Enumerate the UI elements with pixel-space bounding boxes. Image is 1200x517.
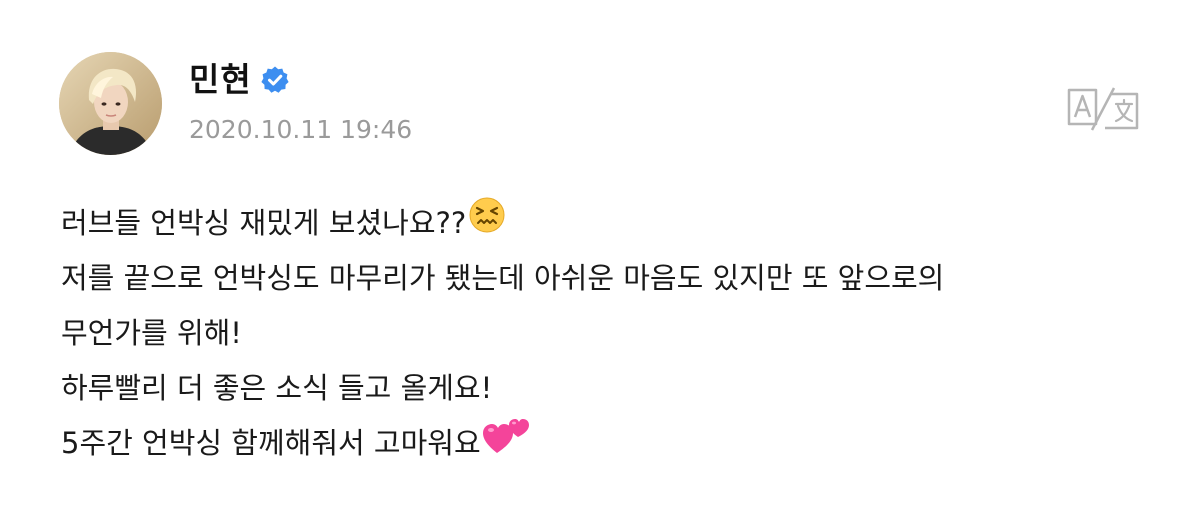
post-line-1: 러브들 언박싱 재밌게 보셨나요?? (61, 196, 1161, 251)
post-line-4: 하루빨리 더 좋은 소식 들고 올게요! (61, 361, 1161, 416)
translate-icon (1067, 87, 1139, 131)
confounded-face-emoji-icon (468, 196, 506, 252)
verified-badge-icon (260, 65, 290, 95)
post-line-5-text: 5주간 언박싱 함께해줘서 고마워요 (61, 426, 481, 460)
post-line-2-text: 저를 끝으로 언박싱도 마무리가 됐는데 아쉬운 마음도 있지만 또 앞으로의 (61, 261, 945, 295)
post-body: 러브들 언박싱 재밌게 보셨나요?? 저를 끝으로 언박싱도 마무리가 됐는데 … (61, 196, 1161, 471)
post-card: 민현 2020.10.11 19:46 러브들 언박싱 재밌게 보셨나요?? 저… (0, 0, 1200, 517)
post-line-2: 저를 끝으로 언박싱도 마무리가 됐는데 아쉬운 마음도 있지만 또 앞으로의 (61, 251, 1161, 306)
post-line-3-text: 무언가를 위해! (61, 316, 242, 350)
translate-button[interactable] (1066, 86, 1140, 132)
author-row: 민현 (189, 58, 290, 102)
two-hearts-emoji-icon (482, 415, 529, 473)
post-line-1-text: 러브들 언박싱 재밌게 보셨나요?? (61, 206, 467, 240)
post-line-3: 무언가를 위해! (61, 306, 1161, 361)
avatar-photo (59, 52, 162, 155)
author-name[interactable]: 민현 (189, 58, 252, 102)
post-line-4-text: 하루빨리 더 좋은 소식 들고 올게요! (61, 371, 493, 405)
author-avatar[interactable] (59, 52, 162, 155)
post-line-5: 5주간 언박싱 함께해줘서 고마워요 (61, 416, 1161, 471)
post-timestamp: 2020.10.11 19:46 (189, 115, 413, 144)
